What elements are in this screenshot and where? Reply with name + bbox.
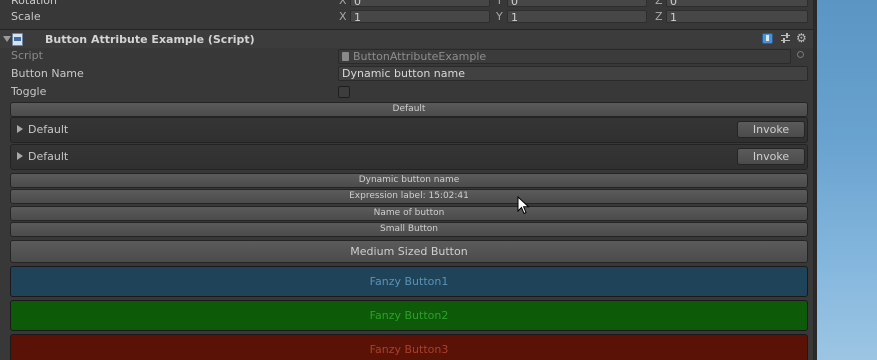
scene-view-sky: [817, 0, 877, 360]
rotation-z-axis-label: Z: [655, 0, 663, 7]
fanzy-button-2[interactable]: Fanzy Button2: [10, 300, 808, 331]
rotation-y-axis-label: Y: [496, 0, 503, 7]
rotation-z-field[interactable]: 0: [666, 0, 808, 8]
invoke-button-1[interactable]: Invoke: [737, 121, 805, 138]
script-asset-icon: [342, 52, 349, 61]
script-field-label: Script: [11, 49, 43, 62]
small-button[interactable]: Small Button: [10, 222, 808, 237]
medium-sized-button[interactable]: Medium Sized Button: [10, 240, 808, 263]
scale-y-field[interactable]: 1: [507, 10, 647, 24]
component-title: Button Attribute Example (Script): [45, 33, 255, 46]
foldout-arrow-icon[interactable]: [3, 36, 11, 42]
default-foldout-2-label: Default: [28, 150, 69, 163]
rotation-x-field[interactable]: 0: [350, 0, 490, 8]
script-file-icon: [12, 33, 23, 46]
inspector-panel: Rotation X 0 Y 0 Z 0 Scale X 1 Y 1 Z 1 B…: [0, 0, 817, 360]
scale-y-axis-label: Y: [496, 10, 503, 23]
toggle-checkbox[interactable]: [338, 86, 350, 98]
invoke-button-2[interactable]: Invoke: [737, 148, 805, 165]
fanzy-button-1[interactable]: Fanzy Button1: [10, 266, 808, 297]
scale-z-axis-label: Z: [655, 10, 663, 23]
default-foldout-1[interactable]: Default: [10, 117, 808, 143]
default-button[interactable]: Default: [10, 102, 808, 117]
object-picker-icon[interactable]: [797, 51, 804, 58]
expression-label-button[interactable]: Expression label: 15:02:41: [10, 189, 808, 204]
foldout-triangle-icon: [17, 152, 23, 160]
foldout-triangle-icon: [17, 125, 23, 133]
dynamic-name-button[interactable]: Dynamic button name: [10, 173, 808, 188]
scale-label: Scale: [11, 10, 41, 23]
script-object-field: ButtonAttributeExample: [338, 49, 791, 64]
gear-icon[interactable]: ⚙: [796, 31, 807, 45]
preset-sliders-icon[interactable]: [780, 33, 791, 44]
rotation-y-field[interactable]: 0: [507, 0, 647, 8]
default-foldout-2[interactable]: Default: [10, 144, 808, 170]
script-object-name: ButtonAttributeExample: [353, 50, 487, 63]
scale-z-field[interactable]: 1: [666, 10, 808, 24]
toggle-label: Toggle: [11, 85, 47, 98]
button-name-field[interactable]: Dynamic button name: [338, 66, 808, 81]
mouse-cursor-icon: [517, 196, 530, 215]
button-name-label: Button Name: [11, 67, 84, 80]
scale-x-field[interactable]: 1: [350, 10, 490, 24]
help-book-icon[interactable]: [762, 33, 773, 44]
default-foldout-1-label: Default: [28, 123, 69, 136]
rotation-label: Rotation: [11, 0, 58, 7]
scale-x-axis-label: X: [339, 10, 347, 23]
rotation-x-axis-label: X: [339, 0, 347, 7]
name-of-button-button[interactable]: Name of button: [10, 206, 808, 221]
fanzy-button-3[interactable]: Fanzy Button3: [10, 334, 808, 360]
